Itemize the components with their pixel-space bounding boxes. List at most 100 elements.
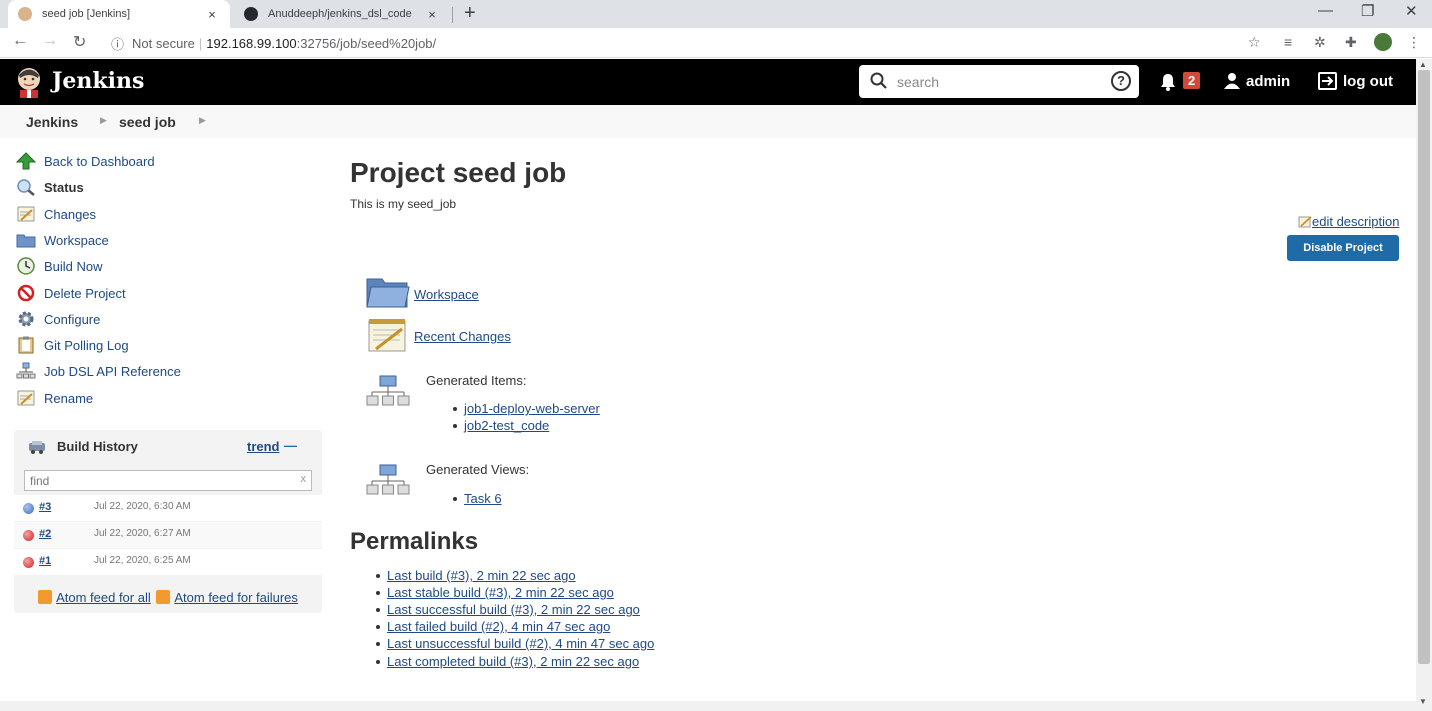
window-close-button[interactable]: ✕ [1405, 2, 1418, 20]
task-changes[interactable]: Changes [16, 203, 96, 225]
task-label: Job DSL API Reference [44, 363, 181, 379]
disable-project-button[interactable]: Disable Project [1287, 235, 1399, 261]
minimize-button[interactable]: — [1318, 2, 1333, 19]
help-icon[interactable]: ? [1111, 71, 1131, 91]
task-label: Changes [44, 206, 97, 222]
edit-description-label: edit description [1312, 214, 1400, 229]
logout-link[interactable]: log out [1343, 73, 1393, 90]
build-find-input[interactable] [25, 471, 285, 490]
gear-icon [18, 311, 34, 327]
reload-icon[interactable]: ↻ [73, 32, 86, 52]
search-box: ? [859, 65, 1139, 98]
task-git-polling-log[interactable]: Git Polling Log [16, 334, 129, 356]
task-job-dsl-api-reference[interactable]: Job DSL API Reference [16, 360, 181, 382]
build-row: #2 Jul 22, 2020, 6:27 AM [14, 522, 322, 548]
notepad-icon[interactable] [366, 317, 410, 353]
forward-arrow-icon[interactable]: → [42, 32, 58, 50]
permalink[interactable]: Last stable build (#3), 2 min 22 sec ago [387, 585, 614, 600]
url-path: :32756/job/seed%20job/ [296, 36, 437, 51]
user-icon [1224, 73, 1240, 89]
github-favicon-icon [244, 7, 258, 21]
restore-button[interactable]: ❐ [1361, 2, 1374, 20]
notification-badge[interactable]: 2 [1183, 72, 1201, 89]
scrollbar-thumb[interactable] [1418, 70, 1430, 664]
notepad-icon [17, 390, 35, 406]
edit-description-link[interactable]: edit description [1298, 214, 1399, 229]
bell-icon[interactable] [1160, 73, 1176, 91]
breadcrumb-arrow-icon[interactable]: ▶ [100, 115, 107, 126]
task-build-now[interactable]: Build Now [16, 255, 103, 277]
search-icon [870, 72, 887, 89]
recent-changes-link[interactable]: Recent Changes [414, 329, 511, 344]
task-workspace[interactable]: Workspace [16, 229, 109, 251]
star-icon[interactable]: ☆ [1248, 34, 1261, 51]
puzzle-icon[interactable]: ✚ [1345, 34, 1357, 51]
up-arrow-icon [16, 152, 36, 170]
generated-item-link[interactable]: job2-test_code [464, 418, 549, 433]
info-icon[interactable]: ⓘ [111, 34, 124, 53]
permalinks-title: Permalinks [350, 528, 479, 555]
notepad-icon [17, 206, 35, 222]
breadcrumb-arrow-icon[interactable]: ▶ [199, 115, 206, 126]
folder-icon[interactable] [366, 275, 410, 309]
task-label: Delete Project [44, 285, 126, 301]
build-number-link[interactable]: #1 [39, 555, 51, 567]
user-link[interactable]: admin [1246, 73, 1290, 90]
trend-link[interactable]: trend [247, 439, 280, 454]
atom-feed-all-link[interactable]: Atom feed for all [56, 590, 151, 605]
browser-menu-icon[interactable]: ⋮ [1407, 34, 1421, 51]
tab-seed-job[interactable]: seed job [Jenkins] × [8, 0, 230, 28]
tab-github[interactable]: Anuddeeph/jenkins_dsl_code × [234, 0, 450, 28]
build-status-failure-icon[interactable] [23, 557, 34, 568]
permalink[interactable]: Last unsuccessful build (#2), 4 min 47 s… [387, 636, 654, 651]
magnifier-icon [17, 179, 35, 196]
breadcrumb-jenkins[interactable]: Jenkins [26, 114, 78, 130]
jenkins-logo-icon[interactable] [14, 66, 44, 98]
rss-icon [156, 590, 171, 604]
url-field[interactable]: Not secure | 192.168.99.100:32756/job/seed… [132, 36, 436, 51]
permalink[interactable]: Last completed build (#3), 2 min 22 sec … [387, 654, 639, 669]
generated-view-link[interactable]: Task 6 [464, 491, 502, 506]
bullet [376, 574, 380, 578]
permalink[interactable]: Last failed build (#2), 4 min 47 sec ago [387, 619, 610, 634]
task-configure[interactable]: Configure [16, 308, 100, 330]
logout-icon[interactable] [1318, 72, 1338, 90]
tab-close-icon[interactable]: × [204, 7, 220, 22]
build-status-failure-icon[interactable] [23, 530, 34, 541]
bullet [376, 625, 380, 629]
task-label: Rename [44, 390, 94, 406]
permalink[interactable]: Last successful build (#3), 2 min 22 sec… [387, 602, 640, 617]
horizontal-scrollbar[interactable] [0, 701, 1416, 711]
task-delete-project[interactable]: Delete Project [16, 282, 126, 304]
tab-close-icon[interactable]: × [424, 7, 440, 22]
build-date: Jul 22, 2020, 6:27 AM [94, 528, 191, 539]
task-status[interactable]: Status [16, 176, 84, 198]
reading-list-icon[interactable]: ≡ [1284, 34, 1292, 50]
scroll-down-icon[interactable]: ▼ [1419, 697, 1427, 706]
jenkins-header: Jenkins ? 2 admin log out [0, 59, 1416, 105]
task-back-to-dashboard[interactable]: Back to Dashboard [16, 150, 155, 172]
generated-item-link[interactable]: job1-deploy-web-server [464, 401, 600, 416]
clear-find-icon[interactable]: x [301, 473, 307, 485]
network-icon [366, 375, 410, 406]
profile-avatar[interactable] [1374, 33, 1392, 51]
task-rename[interactable]: Rename [16, 387, 93, 409]
task-label: Git Polling Log [44, 337, 129, 353]
scroll-up-icon[interactable]: ▲ [1419, 60, 1427, 69]
search-input[interactable] [897, 72, 1097, 92]
permalink[interactable]: Last build (#3), 2 min 22 sec ago [387, 568, 576, 583]
build-number-link[interactable]: #2 [39, 528, 51, 540]
workspace-link[interactable]: Workspace [414, 287, 479, 302]
trend-toggle-icon[interactable]: — [284, 438, 297, 453]
atom-feed-failures-link[interactable]: Atom feed for failures [174, 590, 298, 605]
build-status-success-icon[interactable] [23, 503, 34, 514]
network-icon [366, 464, 410, 495]
breadcrumb-seed-job[interactable]: seed job [119, 114, 176, 130]
bullet [453, 424, 457, 428]
extension-icon[interactable]: ✲ [1314, 34, 1326, 51]
back-arrow-icon[interactable]: ← [12, 32, 28, 50]
task-label: Configure [44, 311, 101, 327]
jenkins-title[interactable]: Jenkins [52, 68, 144, 94]
new-tab-button[interactable]: + [464, 2, 476, 25]
build-number-link[interactable]: #3 [39, 501, 51, 513]
